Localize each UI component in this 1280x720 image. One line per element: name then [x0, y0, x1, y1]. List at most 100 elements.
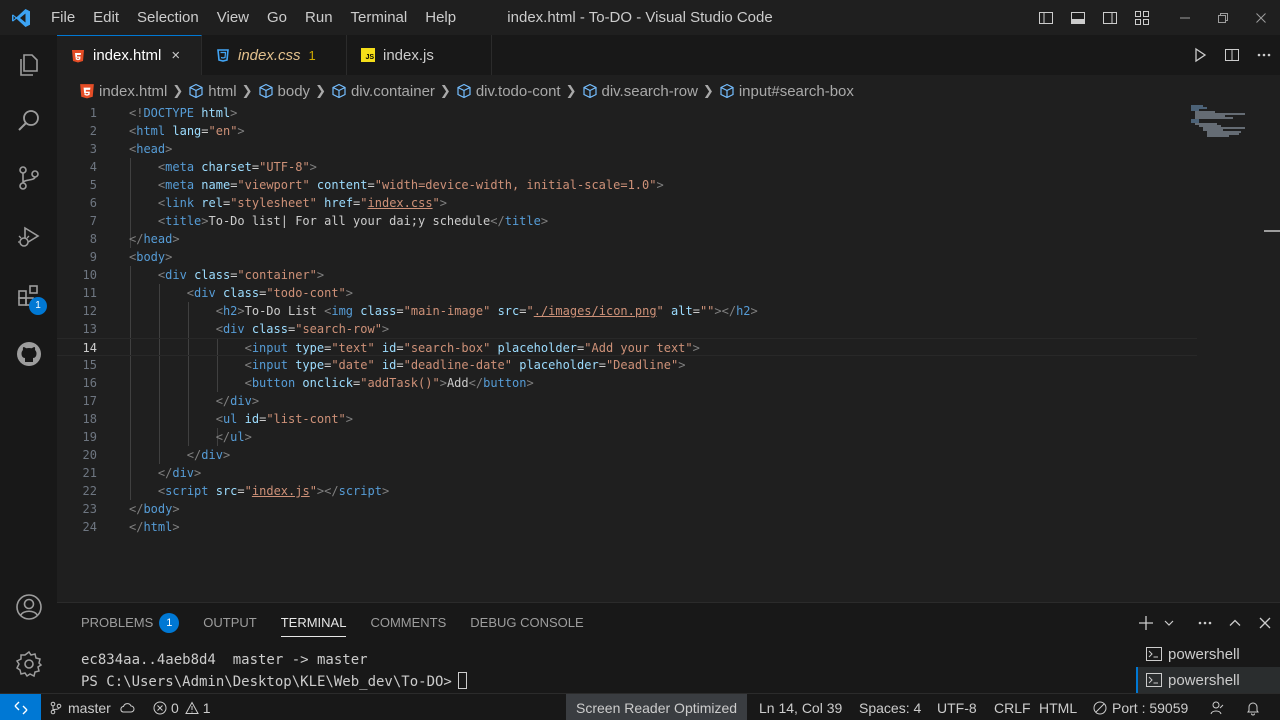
code-line[interactable]: 21 </div>	[57, 464, 1197, 482]
code-line[interactable]: 10 <div class="container">	[57, 266, 1197, 284]
code-line[interactable]: 4 <meta charset="UTF-8">	[57, 158, 1197, 176]
menu-edit[interactable]: Edit	[84, 0, 128, 35]
code-line[interactable]: 24 </html>	[57, 518, 1197, 536]
breadcrumb-item-todo-cont[interactable]: div.todo-cont	[456, 83, 561, 100]
code-line[interactable]: 9 <body>	[57, 248, 1197, 266]
indentation-status[interactable]: Spaces: 4	[859, 694, 921, 720]
code-token: >	[439, 196, 448, 210]
explorer-icon[interactable]	[0, 41, 57, 89]
toggle-panel-icon[interactable]	[1062, 0, 1094, 35]
github-icon[interactable]	[0, 330, 57, 378]
remote-indicator-icon[interactable]	[0, 694, 41, 720]
menu-help[interactable]: Help	[416, 0, 465, 35]
tab-comments[interactable]: COMMENTS	[358, 603, 458, 643]
notifications-bell-icon[interactable]	[1246, 694, 1260, 720]
restore-icon[interactable]	[1204, 0, 1242, 35]
code-line[interactable]: 3 <head>	[57, 140, 1197, 158]
code-line[interactable]: 1 <!DOCTYPE html>	[57, 104, 1197, 122]
tab-index-js[interactable]: JS index.js	[347, 35, 492, 75]
tab-output[interactable]: OUTPUT	[191, 603, 268, 643]
menu-go[interactable]: Go	[258, 0, 296, 35]
maximize-panel-icon[interactable]	[1220, 603, 1250, 643]
terminal-entry[interactable]: powershell	[1136, 641, 1280, 667]
breadcrumb-item-html[interactable]: html	[188, 83, 237, 100]
tab-label: index.html	[93, 47, 162, 64]
code-line[interactable]: 16 <button onclick="addTask()">Add</butt…	[57, 374, 1197, 392]
code-token: <	[244, 358, 252, 372]
code-line[interactable]: 11 <div class="todo-cont">	[57, 284, 1197, 302]
tab-index-css[interactable]: index.css 1	[202, 35, 347, 75]
tab-problems[interactable]: PROBLEMS 1	[69, 603, 191, 643]
extensions-icon[interactable]: 1	[0, 271, 57, 319]
menu-terminal[interactable]: Terminal	[342, 0, 417, 35]
close-window-icon[interactable]	[1242, 0, 1280, 35]
breadcrumb-item-search-row[interactable]: div.search-row	[582, 83, 698, 100]
code-line[interactable]: 20 </div>	[57, 446, 1197, 464]
tab-terminal[interactable]: TERMINAL	[269, 603, 359, 643]
live-server-status[interactable]: Port : 59059	[1093, 694, 1188, 720]
menu-selection[interactable]: Selection	[128, 0, 208, 35]
encoding-status[interactable]: UTF-8	[937, 694, 977, 720]
code-token: src	[497, 304, 520, 318]
code-line[interactable]: 2 <html lang="en">	[57, 122, 1197, 140]
manage-gear-icon[interactable]	[0, 640, 57, 688]
menu-run[interactable]: Run	[296, 0, 342, 35]
close-panel-icon[interactable]	[1250, 603, 1280, 643]
breadcrumb-item-container[interactable]: div.container	[331, 83, 435, 100]
code-editor[interactable]: 1 <!DOCTYPE html> 2 <html lang="en"> 3 <head>…	[57, 104, 1280, 602]
menu-view[interactable]: View	[208, 0, 258, 35]
more-actions-icon[interactable]	[1190, 603, 1220, 643]
line-number: 14	[82, 341, 97, 355]
code-line[interactable]: 18 <ul id="list-cont">	[57, 410, 1197, 428]
eol-status[interactable]: CRLF	[994, 694, 1031, 720]
code-line[interactable]: 14 <input type="text" id="search-box" pl…	[57, 338, 1197, 356]
code-line[interactable]: 5 <meta name="viewport" content="width=d…	[57, 176, 1197, 194]
code-line[interactable]: 13 <div class="search-row">	[57, 320, 1197, 338]
code-line[interactable]: 22 <script src="index.js"></script>	[57, 482, 1197, 500]
close-tab-icon[interactable]: ×	[171, 47, 180, 64]
code-line[interactable]: 7 <title>To-Do list| For all your dai;y …	[57, 212, 1197, 230]
terminal-entry-active[interactable]: powershell	[1136, 667, 1280, 693]
toggle-secondary-sidebar-icon[interactable]	[1094, 0, 1126, 35]
run-debug-icon[interactable]	[0, 212, 57, 260]
tab-debug-console[interactable]: DEBUG CONSOLE	[458, 603, 595, 643]
code-token: input	[251, 358, 288, 372]
tab-index-html[interactable]: index.html ×	[57, 35, 202, 75]
code-line[interactable]: 15 <input type="date" id="deadline-date"…	[57, 356, 1197, 374]
customize-layout-icon[interactable]	[1126, 0, 1158, 35]
source-control-icon[interactable]	[0, 154, 57, 202]
run-file-icon[interactable]	[1184, 35, 1216, 75]
new-terminal-icon[interactable]	[1134, 603, 1158, 643]
problems-status[interactable]: 0 1	[153, 694, 211, 720]
minimap[interactable]	[1189, 104, 1249, 144]
code-token: "text"	[331, 341, 375, 355]
screen-reader-status[interactable]: Screen Reader Optimized	[566, 694, 748, 720]
terminal-icon	[1146, 647, 1162, 661]
accounts-status-icon[interactable]	[1209, 694, 1225, 720]
scrollbar-cursor-marker	[1264, 230, 1280, 232]
language-status[interactable]: HTML	[1039, 694, 1077, 720]
breadcrumb-item-body[interactable]: body	[258, 83, 310, 100]
code-line[interactable]: 17 </div>	[57, 392, 1197, 410]
accounts-icon[interactable]	[0, 583, 57, 631]
code-line[interactable]: 8 </head>	[57, 230, 1197, 248]
search-icon[interactable]	[0, 97, 57, 145]
more-actions-icon[interactable]	[1248, 35, 1280, 75]
breadcrumb-item-file[interactable]: index.html	[79, 83, 167, 100]
split-editor-icon[interactable]	[1216, 35, 1248, 75]
code-line[interactable]: 12 <h2>To-Do List <img class="main-image…	[57, 302, 1197, 320]
code-text: <div class="search-row">	[129, 320, 389, 338]
code-line[interactable]: 23 </body>	[57, 500, 1197, 518]
breadcrumb-item-search-box[interactable]: input#search-box	[719, 83, 854, 100]
code-line[interactable]: 19 </ul>	[57, 428, 1197, 446]
menu-file[interactable]: File	[42, 0, 84, 35]
terminal-prompt-line[interactable]: PS C:\Users\Admin\Desktop\KLE\Web_dev\To…	[81, 672, 467, 690]
chevron-down-icon[interactable]	[1158, 603, 1180, 643]
cursor-position-status[interactable]: Ln 14, Col 39	[759, 694, 842, 720]
toggle-primary-sidebar-icon[interactable]	[1030, 0, 1062, 35]
branch-status[interactable]: master	[49, 694, 135, 720]
code-line[interactable]: 6 <link rel="stylesheet" href="index.css…	[57, 194, 1197, 212]
minimize-icon[interactable]	[1166, 0, 1204, 35]
